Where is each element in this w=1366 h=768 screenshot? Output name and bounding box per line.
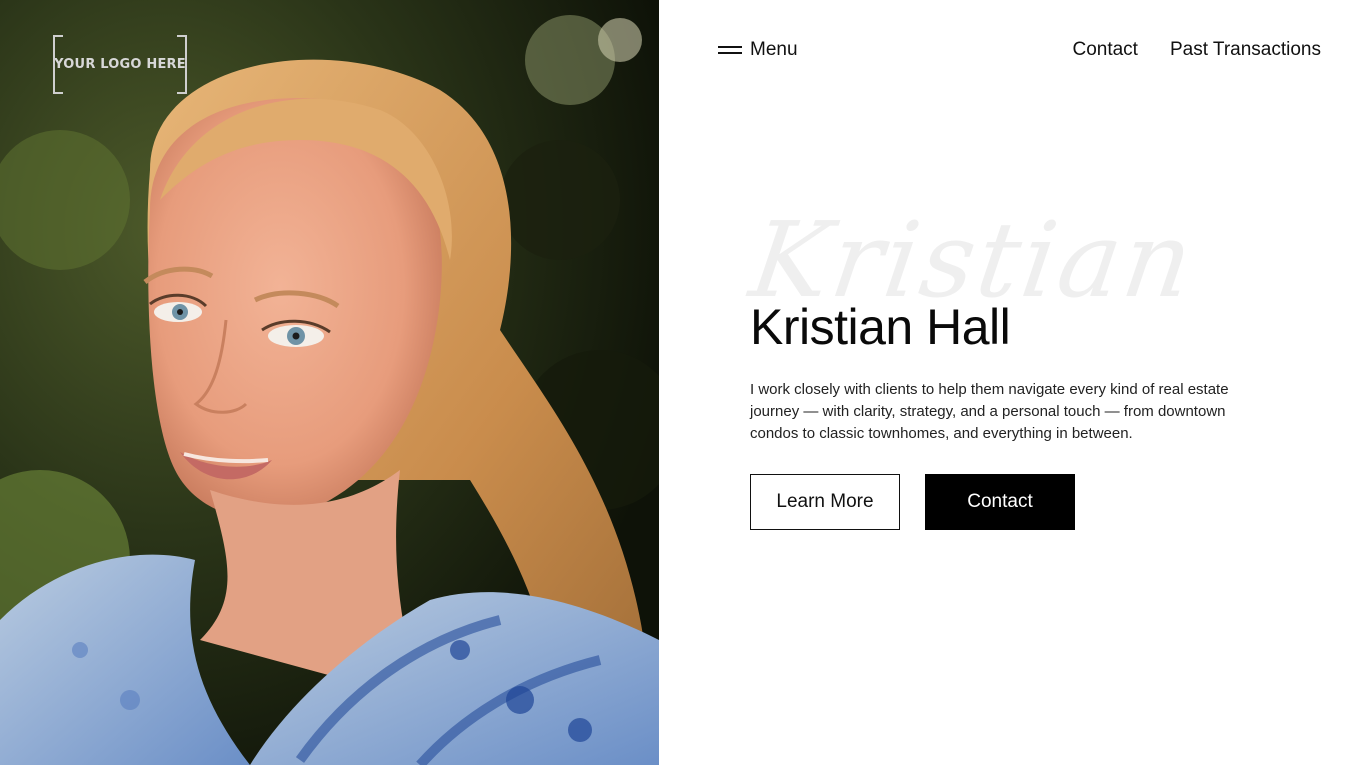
page: YOUR LOGO HERE Menu Contact Past Transac… [0,0,1366,768]
nav-link-contact[interactable]: Contact [1072,39,1137,61]
logo-bracket-right [177,35,187,94]
learn-more-button[interactable]: Learn More [750,474,900,530]
script-watermark-text: Kristian [743,199,1203,321]
portrait-image [0,0,659,765]
agent-name-heading: Kristian Hall [750,299,1011,355]
logo-bracket-left [53,35,63,94]
nav-link-past-transactions[interactable]: Past Transactions [1170,39,1321,61]
brand-logo[interactable]: YOUR LOGO HERE [53,35,187,94]
contact-button[interactable]: Contact [925,474,1075,530]
agent-bio-description: I work closely with clients to help them… [750,381,1229,442]
agent-portrait-photo: YOUR LOGO HERE [0,0,659,765]
menu-button[interactable]: Menu [718,36,798,64]
menu-label: Menu [750,39,798,60]
hamburger-icon [718,45,742,55]
top-navigation: Contact Past Transactions [1072,36,1321,64]
logo-text: YOUR LOGO HERE [54,57,186,72]
